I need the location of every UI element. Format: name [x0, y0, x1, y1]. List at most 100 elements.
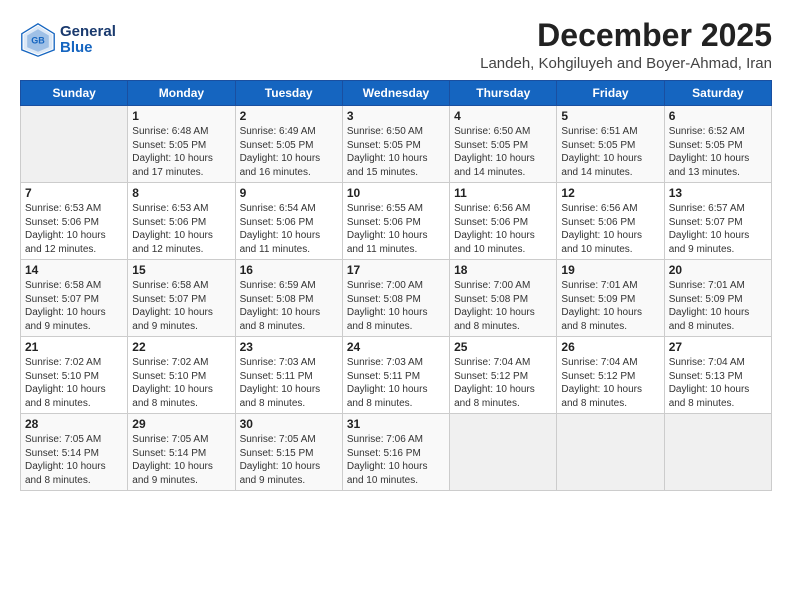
day-number: 24	[347, 340, 445, 354]
day-number: 9	[240, 186, 338, 200]
day-number: 10	[347, 186, 445, 200]
day-number: 29	[132, 417, 230, 431]
day-number: 11	[454, 186, 552, 200]
calendar-cell: 10 Sunrise: 6:55 AM Sunset: 5:06 PM Dayli…	[342, 183, 449, 260]
day-info: Sunrise: 6:53 AM Sunset: 5:06 PM Dayligh…	[132, 202, 230, 256]
calendar-cell: 15 Sunrise: 6:58 AM Sunset: 5:07 PM Dayli…	[128, 260, 235, 337]
day-of-week-header: Thursday	[450, 81, 557, 106]
day-info: Sunrise: 6:59 AM Sunset: 5:08 PM Dayligh…	[240, 279, 338, 333]
day-info: Sunrise: 7:04 AM Sunset: 5:12 PM Dayligh…	[454, 356, 552, 410]
day-number: 14	[25, 263, 123, 277]
day-number: 20	[669, 263, 767, 277]
day-info: Sunrise: 7:05 AM Sunset: 5:15 PM Dayligh…	[240, 433, 338, 487]
day-info: Sunrise: 6:55 AM Sunset: 5:06 PM Dayligh…	[347, 202, 445, 256]
calendar-cell: 4 Sunrise: 6:50 AM Sunset: 5:05 PM Daylig…	[450, 106, 557, 183]
day-info: Sunrise: 7:02 AM Sunset: 5:10 PM Dayligh…	[25, 356, 123, 410]
day-number: 12	[561, 186, 659, 200]
calendar-week-row: 21 Sunrise: 7:02 AM Sunset: 5:10 PM Dayli…	[21, 337, 772, 414]
day-info: Sunrise: 6:58 AM Sunset: 5:07 PM Dayligh…	[25, 279, 123, 333]
day-info: Sunrise: 7:05 AM Sunset: 5:14 PM Dayligh…	[25, 433, 123, 487]
calendar-week-row: 14 Sunrise: 6:58 AM Sunset: 5:07 PM Dayli…	[21, 260, 772, 337]
calendar-cell: 2Sunrise: 6:49 AM Sunset: 5:05 PM Daylig…	[235, 106, 342, 183]
calendar-cell: 25Sunrise: 7:04 AM Sunset: 5:12 PM Dayli…	[450, 337, 557, 414]
day-info: Sunrise: 6:52 AM Sunset: 5:05 PM Dayligh…	[669, 125, 767, 179]
day-number: 16	[240, 263, 338, 277]
day-number: 13	[669, 186, 767, 200]
calendar-cell: 23Sunrise: 7:03 AM Sunset: 5:11 PM Dayli…	[235, 337, 342, 414]
day-number: 22	[132, 340, 230, 354]
calendar-cell	[21, 106, 128, 183]
calendar-cell: 29 Sunrise: 7:05 AM Sunset: 5:14 PM Dayli…	[128, 414, 235, 491]
day-info: Sunrise: 7:04 AM Sunset: 5:13 PM Dayligh…	[669, 356, 767, 410]
day-info: Sunrise: 7:02 AM Sunset: 5:10 PM Dayligh…	[132, 356, 230, 410]
calendar-cell: 7Sunrise: 6:53 AM Sunset: 5:06 PM Daylig…	[21, 183, 128, 260]
logo-line2: Blue	[60, 40, 116, 57]
day-info: Sunrise: 6:57 AM Sunset: 5:07 PM Dayligh…	[669, 202, 767, 256]
calendar-cell: 24 Sunrise: 7:03 AM Sunset: 5:11 PM Dayli…	[342, 337, 449, 414]
day-number: 7	[25, 186, 123, 200]
calendar-cell: 13 Sunrise: 6:57 AM Sunset: 5:07 PM Dayli…	[664, 183, 771, 260]
day-number: 30	[240, 417, 338, 431]
header-row: GB General Blue December 2025 Landeh, Ko…	[20, 18, 772, 72]
calendar-cell: 16 Sunrise: 6:59 AM Sunset: 5:08 PM Dayli…	[235, 260, 342, 337]
day-number: 1	[132, 109, 230, 123]
day-number: 17	[347, 263, 445, 277]
day-info: Sunrise: 7:03 AM Sunset: 5:11 PM Dayligh…	[347, 356, 445, 410]
calendar-cell	[557, 414, 664, 491]
calendar-cell: 6 Sunrise: 6:52 AM Sunset: 5:05 PM Daylig…	[664, 106, 771, 183]
day-info: Sunrise: 6:56 AM Sunset: 5:06 PM Dayligh…	[561, 202, 659, 256]
day-number: 19	[561, 263, 659, 277]
calendar-week-row: 28 Sunrise: 7:05 AM Sunset: 5:14 PM Dayli…	[21, 414, 772, 491]
day-info: Sunrise: 6:49 AM Sunset: 5:05 PM Dayligh…	[240, 125, 338, 179]
day-of-week-header: Tuesday	[235, 81, 342, 106]
logo-text: General Blue	[60, 24, 116, 57]
calendar-cell: 5Sunrise: 6:51 AM Sunset: 5:05 PM Daylig…	[557, 106, 664, 183]
title-block: December 2025 Landeh, Kohgiluyeh and Boy…	[480, 18, 772, 72]
calendar-cell: 1 Sunrise: 6:48 AM Sunset: 5:05 PM Daylig…	[128, 106, 235, 183]
day-number: 23	[240, 340, 338, 354]
day-info: Sunrise: 6:48 AM Sunset: 5:05 PM Dayligh…	[132, 125, 230, 179]
day-of-week-header: Wednesday	[342, 81, 449, 106]
calendar-cell	[664, 414, 771, 491]
calendar-cell: 9Sunrise: 6:54 AM Sunset: 5:06 PM Daylig…	[235, 183, 342, 260]
day-number: 28	[25, 417, 123, 431]
calendar-cell: 31 Sunrise: 7:06 AM Sunset: 5:16 PM Dayli…	[342, 414, 449, 491]
day-info: Sunrise: 7:00 AM Sunset: 5:08 PM Dayligh…	[347, 279, 445, 333]
day-number: 8	[132, 186, 230, 200]
calendar-cell: 20Sunrise: 7:01 AM Sunset: 5:09 PM Dayli…	[664, 260, 771, 337]
day-info: Sunrise: 7:01 AM Sunset: 5:09 PM Dayligh…	[561, 279, 659, 333]
calendar-header: SundayMondayTuesdayWednesdayThursdayFrid…	[21, 81, 772, 106]
calendar-cell: 14 Sunrise: 6:58 AM Sunset: 5:07 PM Dayli…	[21, 260, 128, 337]
calendar-cell: 28 Sunrise: 7:05 AM Sunset: 5:14 PM Dayli…	[21, 414, 128, 491]
day-number: 21	[25, 340, 123, 354]
calendar-cell: 19 Sunrise: 7:01 AM Sunset: 5:09 PM Dayli…	[557, 260, 664, 337]
day-header-row: SundayMondayTuesdayWednesdayThursdayFrid…	[21, 81, 772, 106]
day-number: 18	[454, 263, 552, 277]
page-container: GB General Blue December 2025 Landeh, Ko…	[0, 0, 792, 501]
day-info: Sunrise: 7:04 AM Sunset: 5:12 PM Dayligh…	[561, 356, 659, 410]
day-number: 26	[561, 340, 659, 354]
day-info: Sunrise: 6:50 AM Sunset: 5:05 PM Dayligh…	[347, 125, 445, 179]
calendar-cell: 21 Sunrise: 7:02 AM Sunset: 5:10 PM Dayli…	[21, 337, 128, 414]
calendar-cell: 3Sunrise: 6:50 AM Sunset: 5:05 PM Daylig…	[342, 106, 449, 183]
svg-text:GB: GB	[31, 36, 45, 46]
day-info: Sunrise: 7:06 AM Sunset: 5:16 PM Dayligh…	[347, 433, 445, 487]
calendar-table: SundayMondayTuesdayWednesdayThursdayFrid…	[20, 80, 772, 491]
day-info: Sunrise: 7:00 AM Sunset: 5:08 PM Dayligh…	[454, 279, 552, 333]
calendar-cell: 27Sunrise: 7:04 AM Sunset: 5:13 PM Dayli…	[664, 337, 771, 414]
calendar-cell: 17 Sunrise: 7:00 AM Sunset: 5:08 PM Dayli…	[342, 260, 449, 337]
day-number: 15	[132, 263, 230, 277]
day-number: 4	[454, 109, 552, 123]
day-number: 6	[669, 109, 767, 123]
logo-icon: GB	[20, 22, 56, 58]
calendar-cell	[450, 414, 557, 491]
day-info: Sunrise: 6:58 AM Sunset: 5:07 PM Dayligh…	[132, 279, 230, 333]
calendar-cell: 11Sunrise: 6:56 AM Sunset: 5:06 PM Dayli…	[450, 183, 557, 260]
day-of-week-header: Monday	[128, 81, 235, 106]
day-info: Sunrise: 7:05 AM Sunset: 5:14 PM Dayligh…	[132, 433, 230, 487]
day-number: 5	[561, 109, 659, 123]
day-number: 31	[347, 417, 445, 431]
subtitle: Landeh, Kohgiluyeh and Boyer-Ahmad, Iran	[480, 55, 772, 72]
calendar-cell: 30 Sunrise: 7:05 AM Sunset: 5:15 PM Dayli…	[235, 414, 342, 491]
day-info: Sunrise: 6:50 AM Sunset: 5:05 PM Dayligh…	[454, 125, 552, 179]
